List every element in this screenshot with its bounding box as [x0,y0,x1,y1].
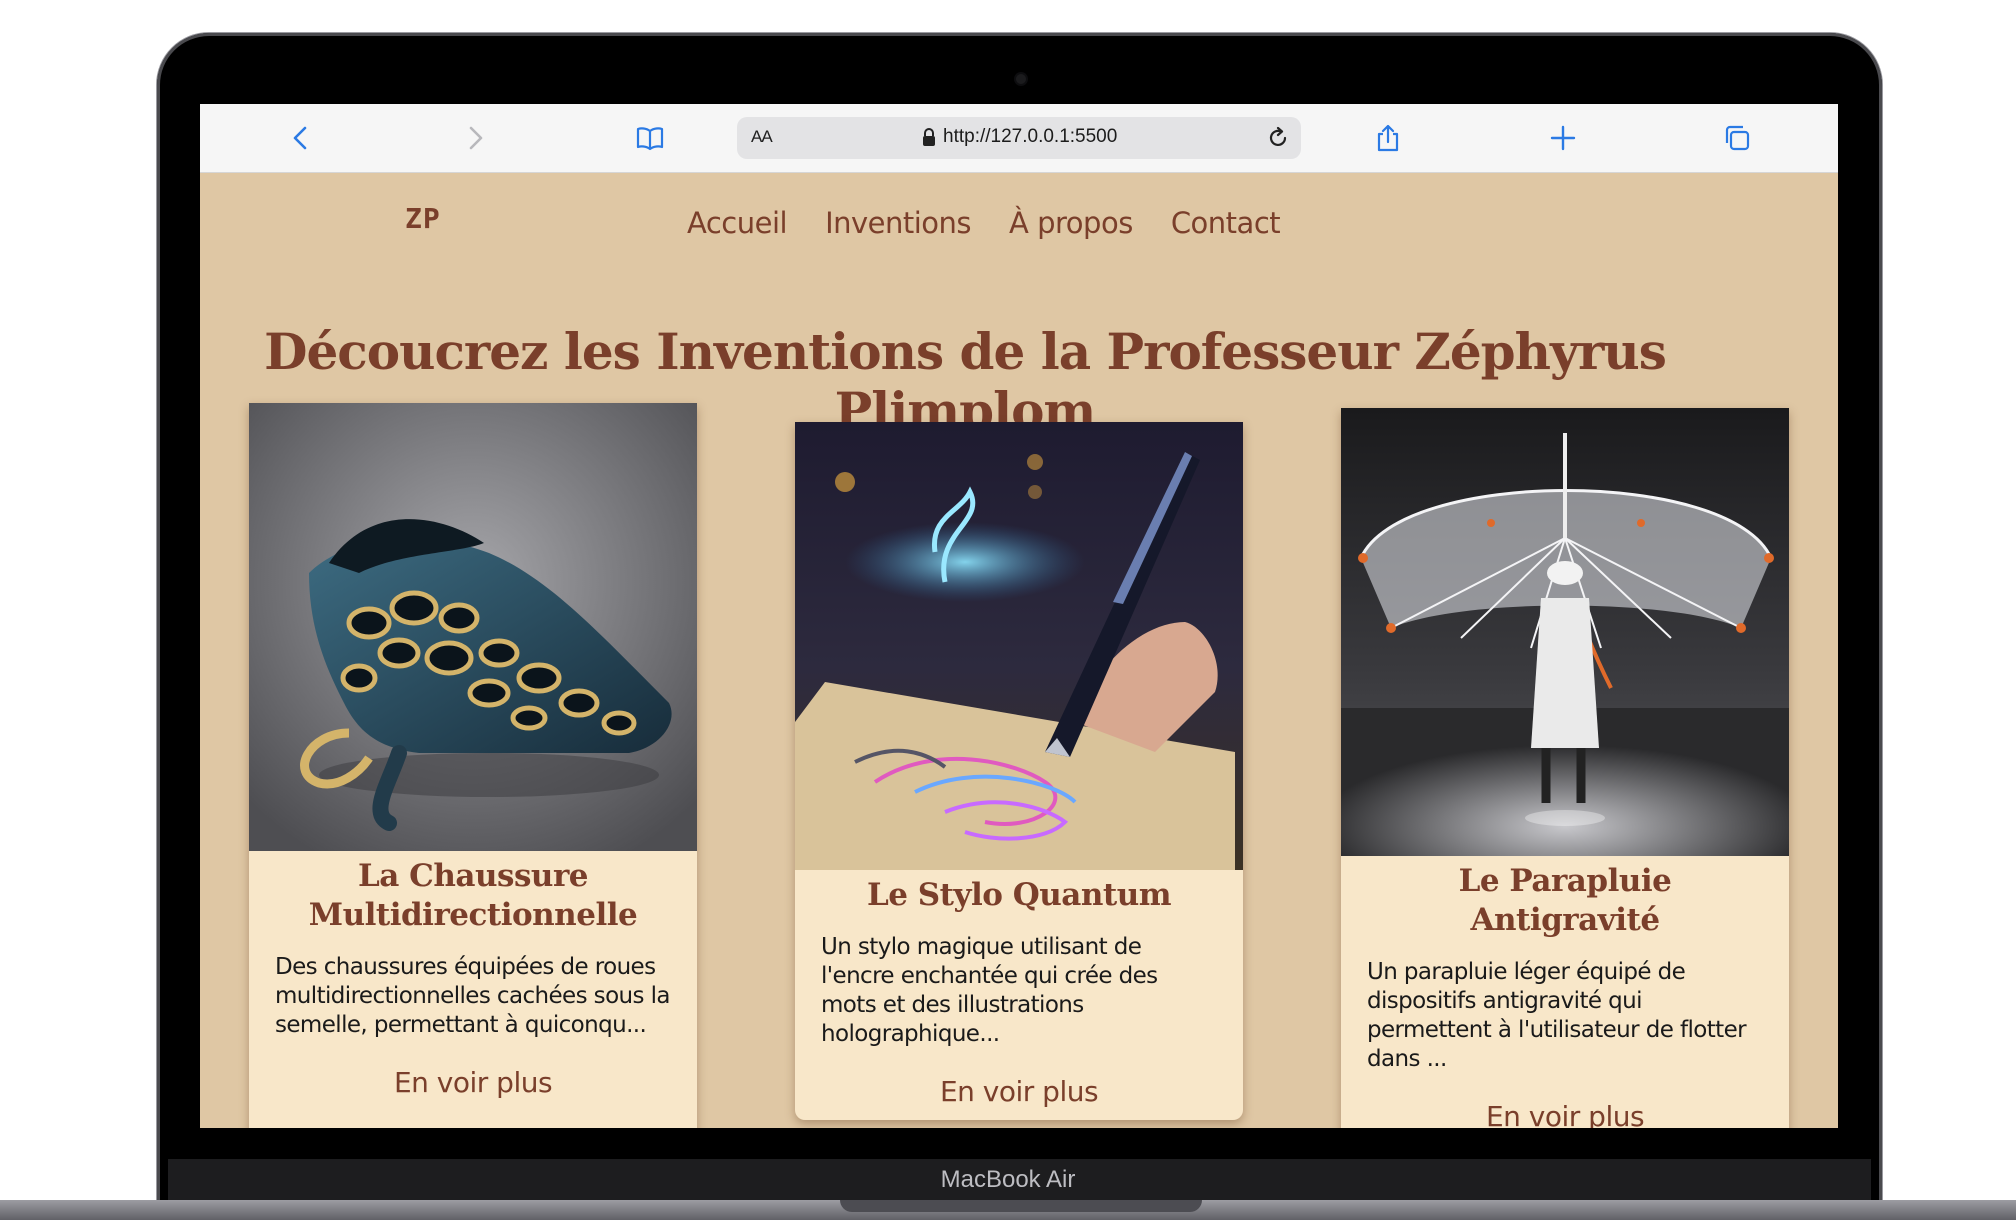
nav-contact[interactable]: Contact [1171,206,1281,240]
browser-toolbar: AA http://127.0.0.1:5500 [200,104,1838,173]
text-size-button[interactable]: AA [751,127,773,147]
camera-dot [1016,74,1026,84]
new-tab-icon[interactable] [1543,118,1583,158]
screen: AA http://127.0.0.1:5500 ZP Accueil Inve… [200,104,1838,1128]
main-nav: Accueil Inventions À propos Contact [687,206,1281,240]
reload-icon[interactable] [1265,125,1291,151]
bookmarks-icon[interactable] [630,118,670,158]
address-bar[interactable]: AA http://127.0.0.1:5500 [737,117,1301,159]
nav-accueil[interactable]: Accueil [687,206,788,240]
tabs-icon[interactable] [1717,118,1757,158]
site-logo[interactable]: ZP [405,202,441,235]
card-description: Des chaussures équipées de roues multidi… [275,954,671,1038]
card-description: Un stylo magique utilisant de l'encre en… [821,934,1158,1047]
url-text[interactable]: http://127.0.0.1:5500 [943,126,1117,148]
invention-card-shoe: La Chaussure Multidirectionnelle Des cha… [249,403,697,1128]
card-description: Un parapluie léger équipé de dispositifs… [1367,959,1747,1072]
card-title: Le Parapluie Antigravité [1458,863,1672,938]
see-more-link[interactable]: En voir plus [795,1075,1243,1108]
umbrella-image [1341,408,1789,856]
card-title: La Chaussure Multidirectionnelle [308,858,638,933]
back-icon[interactable] [281,118,321,158]
model-label: MacBook Air [940,1166,1076,1193]
nav-inventions[interactable]: Inventions [825,206,971,240]
nav-a-propos[interactable]: À propos [1009,206,1133,240]
share-icon[interactable] [1368,118,1408,158]
shoe-image [249,403,697,851]
laptop-notch [840,1200,1202,1212]
lock-icon [923,128,935,146]
invention-card-pen: Le Stylo Quantum Un stylo magique utilis… [795,422,1243,1120]
forward-icon[interactable] [455,118,495,158]
invention-card-umbrella: Le Parapluie Antigravité Un parapluie lé… [1341,408,1789,1128]
see-more-link[interactable]: En voir plus [249,1066,697,1099]
card-title: Le Stylo Quantum [866,877,1172,913]
pen-image [795,422,1243,870]
see-more-link[interactable]: En voir plus [1341,1100,1789,1128]
